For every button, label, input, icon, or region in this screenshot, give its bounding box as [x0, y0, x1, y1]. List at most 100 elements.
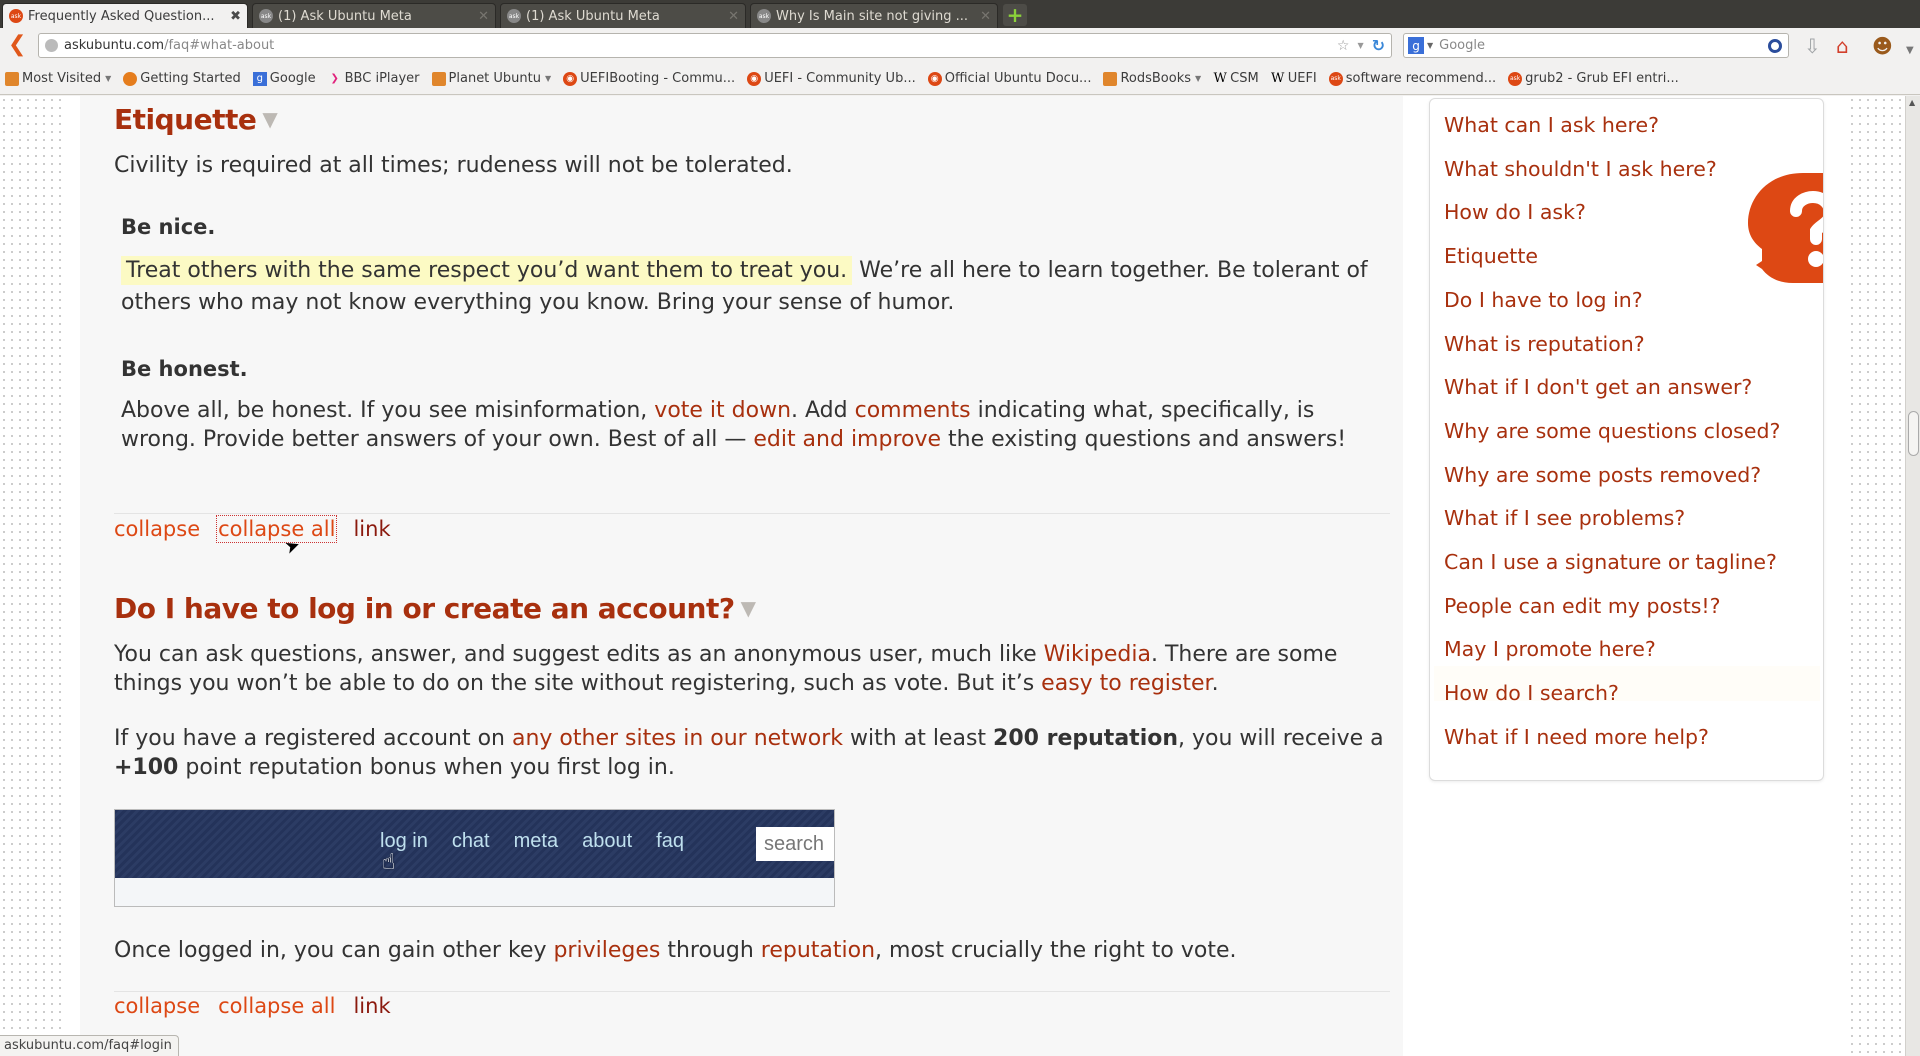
bookmark-ubuntu-docs[interactable]: ◉ Official Ubuntu Docu...	[927, 71, 1091, 86]
bookmark-label: Planet Ubuntu	[448, 71, 541, 86]
tab-label: Frequently Asked Question...	[28, 8, 215, 24]
menu-dropdown-icon[interactable]: ▼	[1906, 40, 1914, 62]
tab-faq[interactable]: ask Frequently Asked Question... ✖	[2, 3, 248, 28]
sidebar-item[interactable]: What can I ask here?	[1444, 113, 1659, 137]
collapse-all-link[interactable]: collapse all	[218, 994, 335, 1018]
ubuntu-icon: ◉	[927, 71, 942, 86]
bookmark-google[interactable]: g Google	[252, 71, 316, 86]
chevron-down-icon[interactable]: ▼	[741, 596, 756, 620]
vote-it-down-link[interactable]: vote it down	[654, 398, 791, 423]
wikipedia-link[interactable]: Wikipedia	[1044, 642, 1151, 667]
google-engine-icon[interactable]: g	[1408, 37, 1424, 54]
reputation-link[interactable]: reputation	[761, 938, 875, 963]
sidebar-item[interactable]: May I promote here?	[1444, 637, 1656, 661]
tab-meta-2[interactable]: ask (1) Ask Ubuntu Meta ✕	[500, 3, 746, 28]
sidebar-item[interactable]: Do I have to log in?	[1444, 288, 1643, 312]
engine-dropdown-icon[interactable]: ▼	[1427, 41, 1433, 50]
collapse-all-link[interactable]: collapse all	[216, 515, 338, 543]
close-icon[interactable]: ✕	[478, 9, 489, 24]
collapse-link[interactable]: collapse	[114, 517, 200, 541]
bookmark-label: UEFIBooting - Commu...	[580, 71, 736, 86]
ask-icon: ask	[507, 9, 521, 23]
tab-main-site[interactable]: ask Why Is Main site not giving ... ✕	[750, 3, 998, 28]
bookmark-software-recommend[interactable]: ask software recommend...	[1328, 71, 1496, 86]
be-honest-text: Above all, be honest. If you see misinfo…	[121, 396, 1391, 454]
search-icon[interactable]	[1768, 38, 1782, 53]
close-icon[interactable]: ✖	[230, 9, 241, 24]
close-icon[interactable]: ✕	[728, 9, 739, 24]
home-icon[interactable]: ⌂	[1836, 35, 1849, 57]
reputation-bonus: +100	[114, 755, 179, 780]
bookmark-grub2[interactable]: ask grub2 - Grub EFI entri...	[1508, 71, 1679, 86]
bookmark-most-visited[interactable]: Most Visited ▼	[5, 71, 111, 86]
wikipedia-icon: W	[1213, 71, 1227, 86]
bookmark-csm[interactable]: W CSM	[1213, 71, 1258, 86]
text: Above all, be honest. If you see misinfo…	[121, 398, 655, 423]
bookmark-uefi[interactable]: W UEFI	[1271, 71, 1317, 86]
close-icon[interactable]: ✕	[980, 9, 991, 24]
bookmark-label: Getting Started	[140, 71, 241, 86]
vertical-scrollbar[interactable]: ▲	[1905, 96, 1920, 1056]
ask-icon: ask	[259, 9, 273, 23]
sidebar-item[interactable]: Can I use a signature or tagline?	[1444, 550, 1777, 574]
section-heading-login[interactable]: Do I have to log in or create an account…	[114, 592, 756, 625]
chevron-down-icon[interactable]: ▼	[262, 107, 277, 131]
bookmark-uefibooting[interactable]: ◉ UEFIBooting - Commu...	[563, 71, 735, 86]
ask-icon: ask	[9, 9, 23, 23]
google-icon: g	[252, 71, 267, 86]
divider	[114, 991, 1390, 992]
sidebar-item[interactable]: What if I need more help?	[1444, 725, 1709, 749]
sidebar-item[interactable]: What shouldn't I ask here?	[1444, 157, 1717, 181]
search-bar[interactable]: g ▼ Google	[1403, 33, 1789, 58]
scrollbar-thumb[interactable]	[1908, 411, 1919, 456]
network-sites-link[interactable]: any other sites in our network	[512, 726, 843, 751]
easy-to-register-link[interactable]: easy to register	[1041, 671, 1211, 696]
permalink[interactable]: link	[353, 517, 390, 541]
sidebar-item[interactable]: How do I ask?	[1444, 200, 1586, 224]
bookmark-bbc-iplayer[interactable]: ❯ BBC iPlayer	[328, 71, 419, 86]
firefox-icon	[123, 71, 138, 86]
sidebar-item[interactable]: What is reputation?	[1444, 332, 1645, 356]
section-heading-etiquette[interactable]: Etiquette ▼	[114, 103, 278, 136]
scroll-up-arrow-icon[interactable]: ▲	[1909, 98, 1915, 107]
reload-icon[interactable]: ↻	[1372, 36, 1385, 55]
divider	[114, 513, 1390, 514]
sidebar-item[interactable]: How do I search?	[1444, 681, 1619, 705]
sidebar-item[interactable]: Etiquette	[1444, 244, 1538, 268]
collapse-link[interactable]: collapse	[114, 994, 200, 1018]
text: , most crucially the right to vote.	[875, 938, 1237, 963]
chevron-down-icon: ▼	[1195, 74, 1202, 83]
wikipedia-icon: W	[1271, 71, 1285, 86]
text: .	[1211, 671, 1219, 696]
login-paragraph-2: If you have a registered account on any …	[114, 724, 1384, 782]
bookmark-planet-ubuntu[interactable]: Planet Ubuntu ▼	[431, 71, 551, 86]
privileges-link[interactable]: privileges	[553, 938, 660, 963]
bookmark-getting-started[interactable]: Getting Started	[123, 71, 241, 86]
bookmark-rodsbooks[interactable]: RodsBooks ▼	[1103, 71, 1201, 86]
new-tab-button[interactable]: +	[1003, 4, 1027, 26]
url-path: /faq#what-about	[164, 38, 275, 53]
sidebar-item[interactable]: Why are some posts removed?	[1444, 463, 1761, 487]
permalink[interactable]: link	[353, 994, 390, 1018]
section-title: Etiquette	[114, 103, 257, 136]
text: point reputation bonus when you first lo…	[178, 755, 675, 780]
tab-bar: ask Frequently Asked Question... ✖ ask (…	[0, 0, 1920, 28]
sidebar-item[interactable]: What if I don't get an answer?	[1444, 375, 1752, 399]
sidebar-item[interactable]: What if I see problems?	[1444, 506, 1685, 530]
sidebar-item[interactable]: People can edit my posts!?	[1444, 594, 1721, 618]
search-placeholder: Google	[1439, 38, 1485, 53]
bookmark-star-icon[interactable]: ☆	[1337, 38, 1350, 54]
sidebar-item[interactable]: Why are some questions closed?	[1444, 419, 1780, 443]
folder-icon	[431, 71, 446, 86]
bookmark-label: RodsBooks	[1120, 71, 1192, 86]
download-icon[interactable]: ⇩	[1804, 35, 1821, 57]
bookmark-uefi-community[interactable]: ◉ UEFI - Community Ub...	[747, 71, 916, 86]
edit-and-improve-link[interactable]: edit and improve	[753, 427, 941, 452]
tab-meta-1[interactable]: ask (1) Ask Ubuntu Meta ✕	[252, 3, 496, 28]
comments-link[interactable]: comments	[855, 398, 971, 423]
history-dropdown-icon[interactable]: ▼	[1357, 41, 1363, 50]
greasemonkey-icon[interactable]: ☻	[1872, 35, 1893, 57]
url-bar[interactable]: askubuntu.com/faq#what-about ☆ ▼ ↻	[38, 33, 1392, 58]
back-button[interactable]: ❮	[8, 34, 26, 56]
tab-label: Why Is Main site not giving ...	[776, 8, 969, 24]
